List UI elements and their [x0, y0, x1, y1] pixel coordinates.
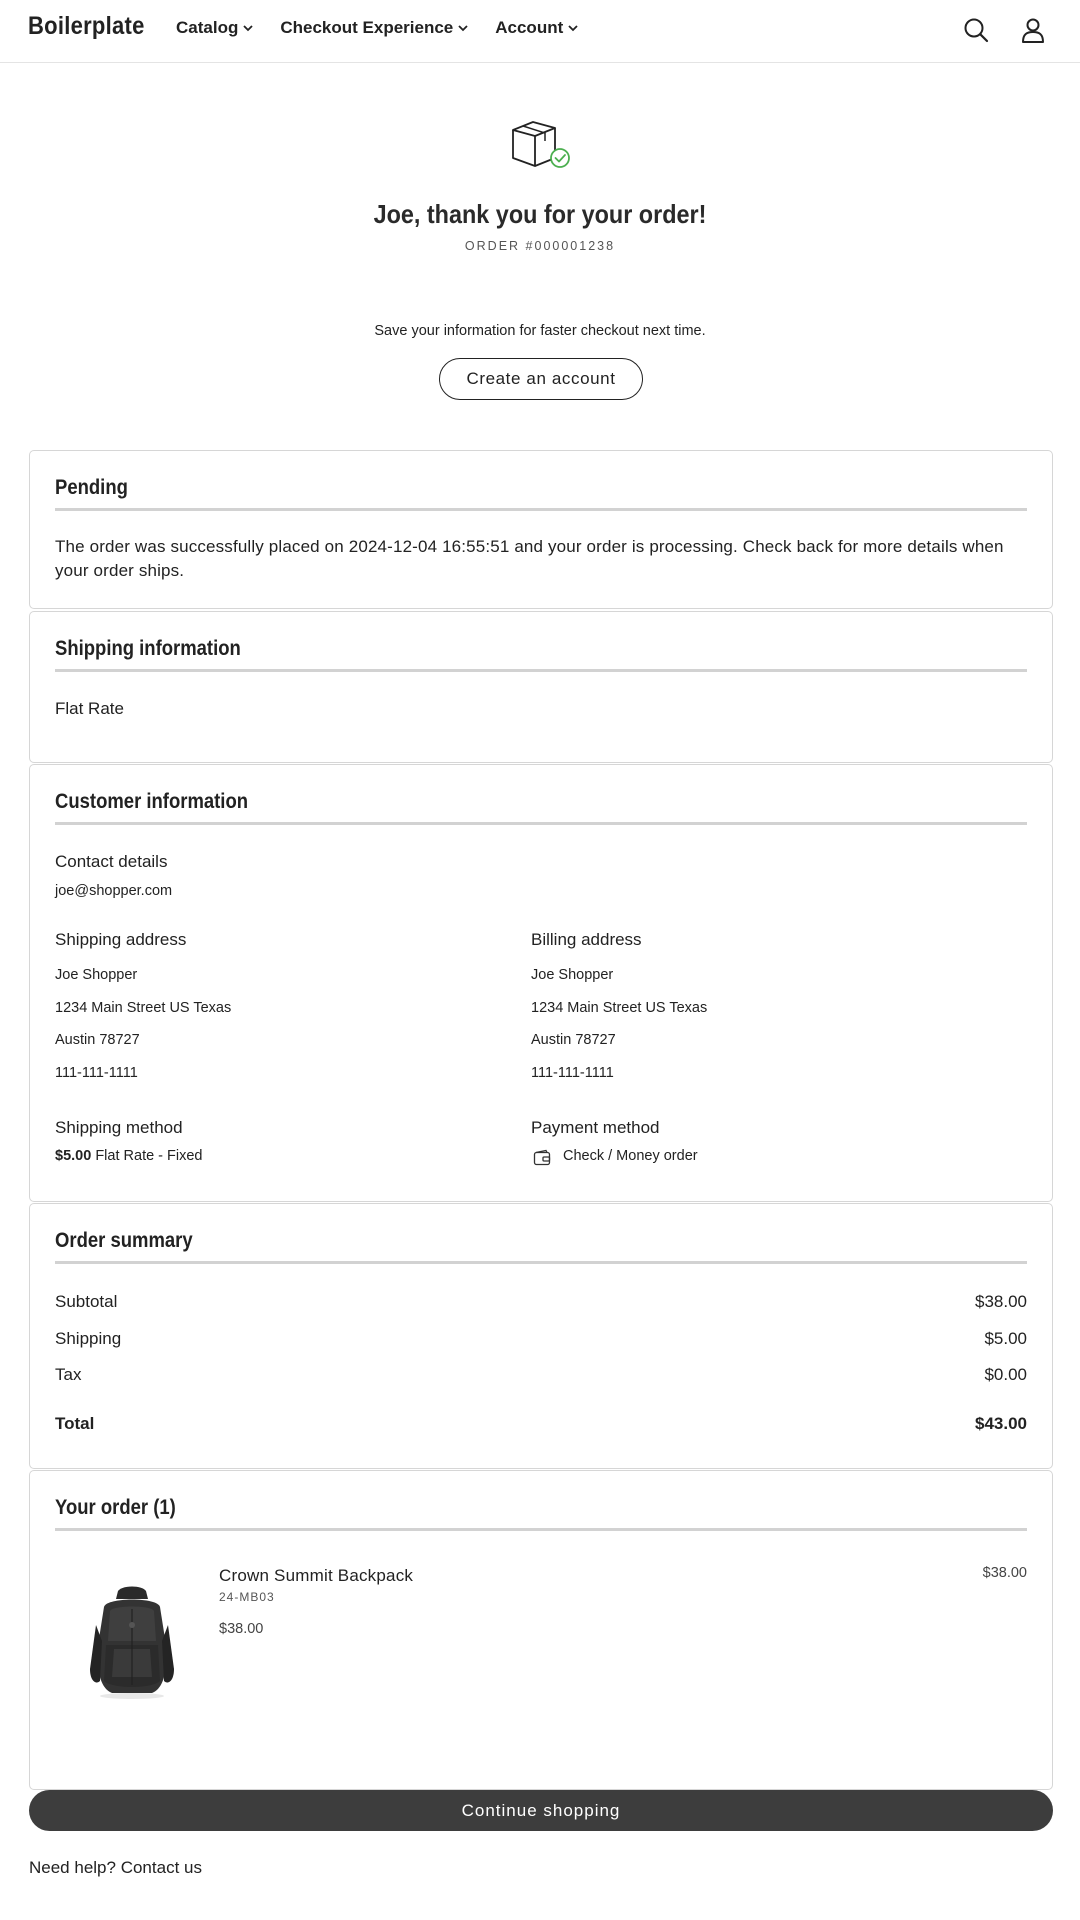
- create-account-button[interactable]: Create an account: [439, 358, 643, 400]
- customer-info-card: Customer information Contact details joe…: [29, 764, 1053, 1202]
- product-price: $38.00: [219, 1621, 264, 1637]
- chevron-down-icon: [568, 25, 578, 32]
- summary-value: $38.00: [975, 1292, 1027, 1311]
- save-info-text: Save your information for faster checkou…: [374, 323, 706, 339]
- summary-row-tax: Tax $0.00: [55, 1365, 1027, 1385]
- billing-address-line: 111-111-1111: [531, 1065, 614, 1081]
- payment-method-label: Payment method: [531, 1118, 660, 1137]
- search-icon[interactable]: [962, 16, 990, 44]
- shipping-address-line: 1234 Main Street US Texas: [55, 1000, 232, 1016]
- product-row-total: $38.00: [982, 1565, 1027, 1581]
- billing-address-line: 1234 Main Street US Texas: [531, 1000, 708, 1016]
- payment-method-name: Check / Money order: [563, 1148, 698, 1164]
- summary-label: Subtotal: [55, 1292, 118, 1311]
- divider: [55, 1261, 1027, 1264]
- contact-email: joe@shopper.com: [55, 883, 173, 899]
- shipping-address-line: 111-111-1111: [55, 1065, 138, 1081]
- shipping-method-value: $5.00 Flat Rate - Fixed: [55, 1148, 203, 1164]
- billing-address-line: Joe Shopper: [531, 967, 614, 983]
- main-nav: Catalog Checkout Experience Account: [176, 18, 579, 38]
- nav-label: Catalog: [176, 18, 239, 37]
- chevron-down-icon: [458, 25, 468, 32]
- site-header: Boilerplate Catalog Checkout Experience …: [0, 0, 1080, 63]
- wallet-icon: [533, 1149, 551, 1166]
- order-number: ORDER #000001238: [464, 239, 616, 253]
- summary-value: $0.00: [984, 1365, 1027, 1384]
- billing-address-line: Austin 78727: [531, 1032, 616, 1048]
- pending-card: Pending The order was successfully place…: [29, 450, 1053, 609]
- card-title: Customer information: [55, 790, 249, 813]
- contact-us-link[interactable]: Contact us: [121, 1858, 202, 1877]
- product-name[interactable]: Crown Summit Backpack: [219, 1566, 413, 1586]
- summary-row-total: Total $43.00: [55, 1414, 1027, 1434]
- help-text: Need help? Contact us: [29, 1858, 202, 1878]
- order-status-text: The order was successfully placed on 202…: [55, 537, 1004, 580]
- shipping-method-price: $5.00: [55, 1148, 92, 1164]
- nav-catalog[interactable]: Catalog: [176, 18, 254, 38]
- box-check-icon: [512, 121, 570, 168]
- chevron-down-icon: [243, 25, 253, 32]
- summary-value: $5.00: [984, 1329, 1027, 1348]
- billing-address-label: Billing address: [531, 930, 642, 949]
- divider: [55, 1528, 1027, 1531]
- shipping-info-text: Flat Rate: [55, 699, 124, 718]
- shipping-address-line: Austin 78727: [55, 1032, 140, 1048]
- order-items-card: Your order (1) Crown Summit Backpack 24-…: [29, 1470, 1053, 1790]
- summary-value: $43.00: [975, 1414, 1027, 1433]
- nav-account[interactable]: Account: [495, 18, 579, 38]
- divider: [55, 669, 1027, 672]
- page-title: Joe, thank you for your order!: [373, 199, 707, 229]
- summary-label: Tax: [55, 1365, 82, 1384]
- nav-label: Account: [495, 18, 564, 37]
- divider: [55, 508, 1027, 511]
- order-summary-card: Order summary Subtotal $38.00 Shipping $…: [29, 1203, 1053, 1469]
- nav-checkout-experience[interactable]: Checkout Experience: [280, 18, 469, 38]
- shipping-info-card: Shipping information Flat Rate: [29, 611, 1053, 763]
- card-title: Pending: [55, 476, 128, 499]
- user-icon[interactable]: [1019, 16, 1047, 44]
- card-title: Order summary: [55, 1229, 193, 1252]
- site-logo[interactable]: Boilerplate: [28, 12, 145, 41]
- divider: [55, 822, 1027, 825]
- shipping-address-line: Joe Shopper: [55, 967, 138, 983]
- shipping-address-label: Shipping address: [55, 930, 187, 949]
- summary-label: Total: [55, 1414, 95, 1433]
- summary-label: Shipping: [55, 1329, 122, 1348]
- product-image[interactable]: [82, 1585, 182, 1701]
- nav-label: Checkout Experience: [280, 18, 454, 37]
- summary-row-shipping: Shipping $5.00: [55, 1329, 1027, 1349]
- contact-details-label: Contact details: [55, 852, 168, 871]
- continue-shopping-button[interactable]: Continue shopping: [29, 1790, 1053, 1831]
- product-sku: 24-MB03: [219, 1590, 275, 1604]
- card-title: Your order (1): [55, 1496, 176, 1519]
- help-prefix: Need help?: [29, 1858, 116, 1877]
- shipping-method-name: Flat Rate - Fixed: [95, 1148, 203, 1164]
- summary-row-subtotal: Subtotal $38.00: [55, 1292, 1027, 1312]
- shipping-method-label: Shipping method: [55, 1118, 183, 1137]
- card-title: Shipping information: [55, 637, 241, 660]
